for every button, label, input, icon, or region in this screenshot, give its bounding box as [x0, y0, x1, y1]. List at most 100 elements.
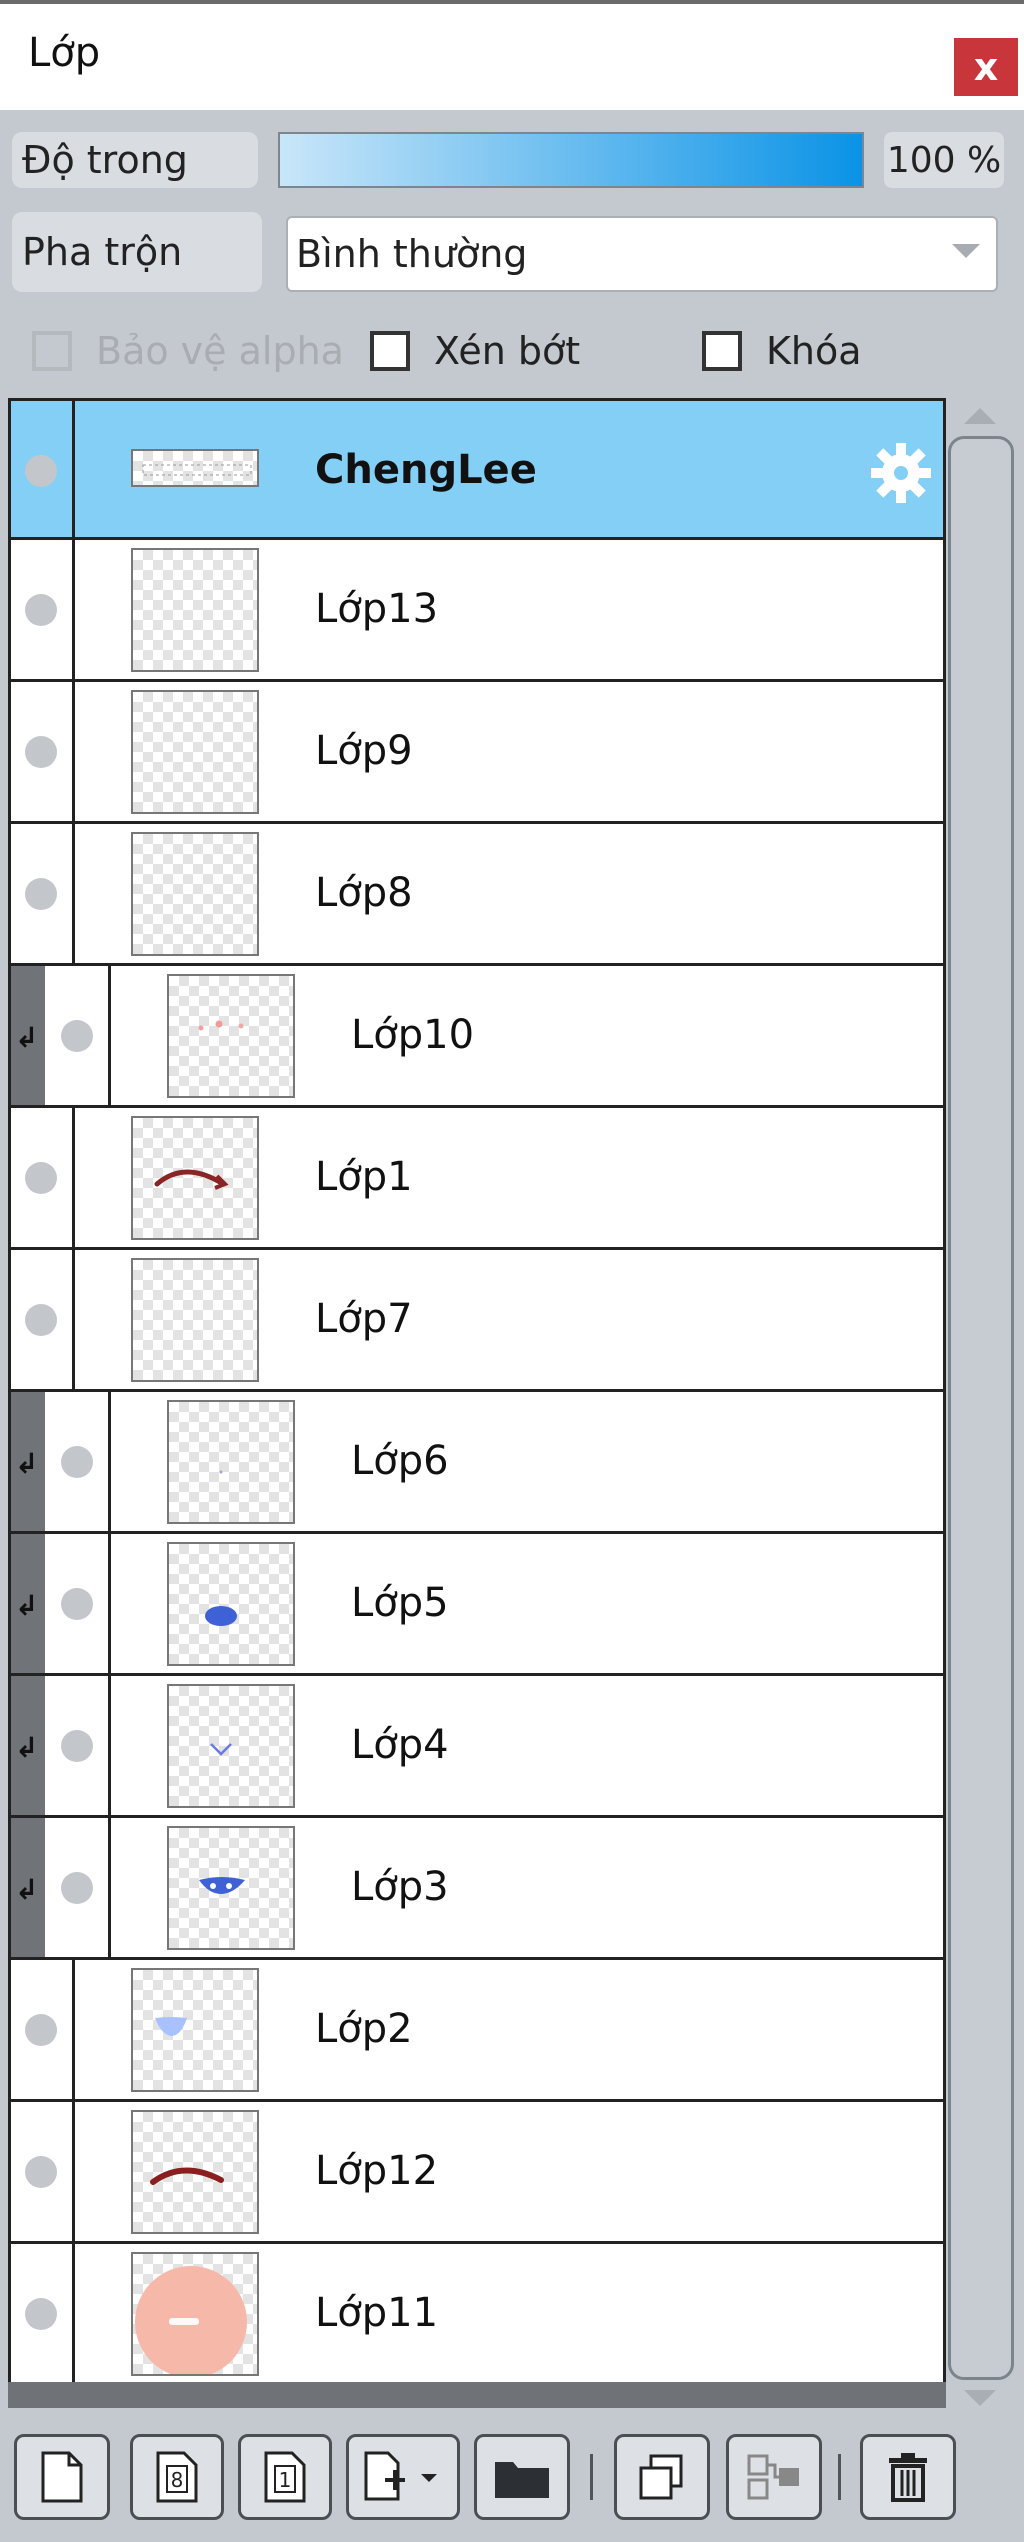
layer-name: Lớp9 [315, 728, 413, 774]
opacity-value[interactable]: 100 % [884, 132, 1004, 188]
layer-row[interactable]: Lớp8 [8, 824, 946, 966]
visibility-toggle[interactable] [47, 1676, 111, 1815]
clip-arrow-icon: ↲ [15, 1447, 39, 1480]
close-button[interactable]: x [954, 38, 1018, 96]
layer-settings-gear-icon[interactable] [869, 441, 933, 509]
close-icon: x [973, 45, 999, 89]
scroll-up-icon[interactable] [964, 408, 996, 424]
scroll-down-icon[interactable] [964, 2390, 996, 2406]
visibility-dot-icon [25, 2156, 57, 2188]
visibility-dot-icon [61, 1020, 93, 1052]
panel-title: Lớp [28, 30, 101, 76]
layer-name: Lớp11 [315, 2290, 439, 2336]
layer-thumbnail [167, 1542, 295, 1666]
visibility-toggle[interactable] [11, 1960, 75, 2099]
visibility-dot-icon [25, 2014, 57, 2046]
clipping-label: Xén bớt [434, 329, 581, 373]
visibility-toggle[interactable] [47, 1392, 111, 1531]
layer-name: Lớp2 [315, 2006, 413, 2052]
visibility-dot-icon [25, 1162, 57, 1194]
delete-layer-icon [889, 2453, 927, 2502]
visibility-toggle[interactable] [47, 1818, 111, 1957]
clipping-indicator: ↲ [11, 1534, 45, 1673]
layer-thumbnail [131, 548, 259, 672]
visibility-dot-icon [25, 2298, 57, 2330]
blend-mode-select[interactable]: Bình thường [286, 216, 998, 292]
layer-name: Lớp12 [315, 2148, 439, 2194]
visibility-toggle[interactable] [47, 966, 111, 1105]
layer-row[interactable]: Lớp1 [8, 1108, 946, 1250]
layer-list[interactable]: ChengLee Lớp13 Lớp9 Lớp8 ↲ Lớp10 Lớp1 Lớp7 ↲ Lớp6… [8, 398, 946, 2386]
layer-row[interactable]: Lớp12 [8, 2102, 946, 2244]
layer-name: Lớp4 [351, 1722, 449, 1768]
layer-thumbnail [131, 1258, 259, 1382]
lock-option[interactable]: Khóa [702, 326, 862, 376]
new-folder-button[interactable] [474, 2434, 570, 2520]
layer-row[interactable]: ChengLee [8, 398, 946, 540]
new-folder-icon [495, 2462, 549, 2498]
visibility-toggle[interactable] [11, 682, 75, 821]
clipping-indicator: ↲ [11, 1676, 45, 1815]
visibility-toggle[interactable] [47, 1534, 111, 1673]
layer-row[interactable]: Lớp11 [8, 2244, 946, 2386]
visibility-toggle[interactable] [11, 2102, 75, 2241]
visibility-toggle[interactable] [11, 1250, 75, 1389]
layer-name: Lớp3 [351, 1864, 449, 1910]
panel-titlebar: Lớp x [0, 0, 1024, 110]
layer-thumbnail [131, 1116, 259, 1240]
visibility-toggle[interactable] [11, 401, 75, 537]
layer-thumbnail [131, 449, 259, 487]
clipping-option[interactable]: Xén bớt [370, 326, 580, 376]
visibility-toggle[interactable] [11, 540, 75, 679]
new-layer-button[interactable] [14, 2434, 110, 2520]
duplicate-layer-button[interactable] [614, 2434, 710, 2520]
visibility-toggle[interactable] [11, 2244, 75, 2383]
merge-down-button[interactable] [726, 2434, 822, 2520]
clip-arrow-icon: ↲ [15, 1021, 39, 1054]
toolbar-separator [838, 2454, 841, 2500]
add-layer-dropdown-icon [364, 2451, 437, 2501]
delete-layer-button[interactable] [860, 2434, 956, 2520]
layer-row[interactable]: Lớp9 [8, 682, 946, 824]
lock-checkbox[interactable] [702, 331, 742, 371]
layer-scrollbar[interactable] [946, 398, 1018, 2406]
add-layer-dropdown-button[interactable] [346, 2434, 460, 2520]
visibility-dot-icon [61, 1588, 93, 1620]
opacity-label: Độ trong [12, 132, 258, 188]
new-8bit-layer-button[interactable]: 8 [130, 2434, 224, 2520]
layer-name: Lớp7 [315, 1296, 413, 1342]
opacity-slider[interactable] [278, 132, 864, 188]
layer-name: ChengLee [315, 447, 537, 493]
layer-row[interactable]: Lớp13 [8, 540, 946, 682]
clipping-checkbox[interactable] [370, 331, 410, 371]
new-layer-icon [41, 2451, 83, 2503]
clip-arrow-icon: ↲ [15, 1589, 39, 1622]
layer-row[interactable]: ↲ Lớp3 [8, 1818, 946, 1960]
clipping-indicator: ↲ [11, 966, 45, 1105]
layer-row[interactable]: ↲ Lớp6 [8, 1392, 946, 1534]
new-8bit-layer-icon: 8 [156, 2451, 198, 2503]
layer-thumbnail [167, 1826, 295, 1950]
layer-name: Lớp6 [351, 1438, 449, 1484]
svg-text:1: 1 [279, 2468, 292, 2492]
layer-name: Lớp8 [315, 870, 413, 916]
visibility-dot-icon [61, 1872, 93, 1904]
protect-alpha-checkbox [32, 331, 72, 371]
lock-label: Khóa [766, 329, 862, 373]
visibility-dot-icon [25, 878, 57, 910]
visibility-toggle[interactable] [11, 824, 75, 963]
chevron-down-icon [952, 244, 980, 258]
blend-label: Pha trộn [12, 212, 262, 292]
scroll-thumb[interactable] [948, 436, 1014, 2380]
layer-row[interactable]: ↲ Lớp4 [8, 1676, 946, 1818]
layer-row[interactable]: ↲ Lớp10 [8, 966, 946, 1108]
new-1bit-layer-icon: 1 [264, 2451, 306, 2503]
layer-toolbar: 8 1 [0, 2420, 1024, 2530]
new-1bit-layer-button[interactable]: 1 [238, 2434, 332, 2520]
layer-row[interactable]: Lớp7 [8, 1250, 946, 1392]
layer-row[interactable]: ↲ Lớp5 [8, 1534, 946, 1676]
layer-name: Lớp5 [351, 1580, 449, 1626]
layer-row[interactable]: Lớp2 [8, 1960, 946, 2102]
visibility-toggle[interactable] [11, 1108, 75, 1247]
layer-thumbnail [131, 690, 259, 814]
